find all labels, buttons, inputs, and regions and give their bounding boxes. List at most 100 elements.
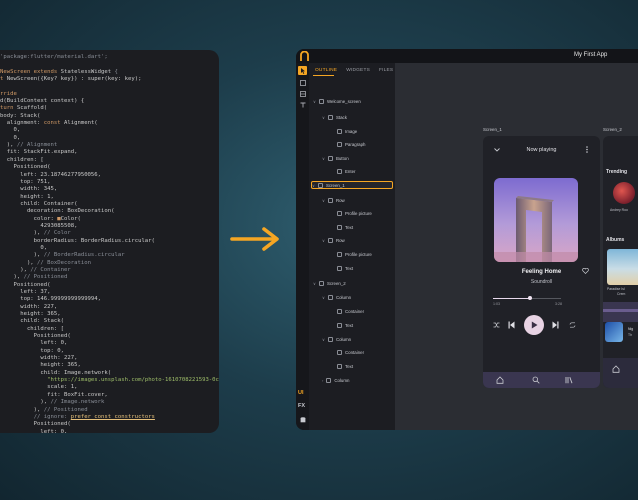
tree-node[interactable]: ∨ Screen_2	[313, 279, 346, 287]
tree-node[interactable]: Container	[331, 307, 364, 315]
library-icon[interactable]	[565, 376, 573, 384]
tree-node[interactable]: ∨ Row	[322, 196, 345, 204]
chevron-icon[interactable]: ∨	[313, 281, 316, 286]
tree-node-label: Enter	[345, 168, 356, 174]
fx-mode-button[interactable]: FX	[298, 403, 305, 409]
widget-icon	[337, 308, 342, 314]
code-token: children: [	[0, 325, 64, 332]
tree-node[interactable]: ∨ Welcome_screen	[313, 97, 361, 105]
tree-node[interactable]: ∨ Column	[322, 335, 351, 343]
home-icon[interactable]	[612, 365, 620, 373]
ui-mode-button[interactable]: UI	[298, 390, 304, 396]
tree-node[interactable]: Paragraph	[331, 140, 366, 148]
code-line: height: 365,	[0, 311, 219, 318]
chevron-icon[interactable]: ∨	[313, 99, 316, 104]
tree-node[interactable]: ∨ Screen_1	[311, 181, 393, 189]
tab-widgets[interactable]: WIDGETS	[346, 68, 370, 73]
album-cover[interactable]	[607, 249, 638, 285]
tab-files[interactable]: FILES	[379, 68, 393, 73]
progress-fill	[493, 298, 531, 300]
frame-tool-button[interactable]	[298, 78, 307, 87]
database-button[interactable]	[298, 415, 307, 424]
code-line: 0,	[0, 245, 219, 252]
code-token: Positioned(	[0, 281, 51, 288]
builder-app-window: My First App UI FX OUTLINE WIDGETS FILES…	[296, 49, 638, 430]
code-token: // Positioned	[43, 406, 88, 413]
chevron-icon[interactable]: ∨	[322, 198, 325, 203]
code-token: // BoxDecoration	[37, 259, 91, 266]
code-token: ),	[0, 399, 51, 406]
code-token: height: 1,	[0, 193, 54, 200]
code-line: left: 0,	[0, 429, 219, 433]
chevron-icon[interactable]: ∨	[322, 295, 325, 300]
select-tool-button[interactable]	[298, 66, 307, 75]
tree-node[interactable]: Profile picture	[331, 209, 372, 217]
code-token: Color(	[60, 215, 81, 222]
tree-node[interactable]: Profile picture	[331, 250, 372, 258]
chevron-icon[interactable]: ∨	[322, 337, 325, 342]
code-token: color:	[0, 215, 58, 222]
code-line: NewScreen extends StatelessWidget {	[0, 69, 219, 76]
next-icon[interactable]	[552, 321, 559, 329]
screen2-frame[interactable]: Trending Andrey Roo Albums Paradise Isl …	[603, 136, 638, 388]
code-line: color: ■Color(	[0, 216, 219, 223]
more-vertical-icon[interactable]	[586, 146, 588, 153]
home-icon[interactable]	[496, 376, 504, 384]
frame-icon	[299, 79, 306, 86]
repeat-icon[interactable]	[569, 322, 576, 328]
design-canvas[interactable]: Screen_1 Screen_2 Now playing Feeling Ho…	[395, 63, 638, 430]
previous-icon[interactable]	[508, 321, 515, 329]
tab-outline[interactable]: OUTLINE	[315, 68, 337, 73]
trending-artist-name: Andrey Roo	[610, 208, 628, 212]
code-line: 0,	[0, 127, 219, 134]
chevron-icon[interactable]: ∨	[322, 156, 325, 161]
chevron-icon[interactable]: ∨	[312, 183, 315, 188]
code-token: height: 365,	[0, 362, 81, 369]
chevron-icon[interactable]: ∨	[322, 238, 325, 243]
artist-avatar[interactable]	[613, 182, 635, 204]
tree-node[interactable]: › Column	[322, 376, 349, 384]
search-icon[interactable]	[532, 376, 540, 384]
layout-tool-button[interactable]	[298, 89, 307, 98]
code-line: // ignore: prefer_const_constructors	[0, 414, 219, 421]
code-token: top: 146.99999999999994,	[0, 296, 102, 303]
code-token: Scaffold(	[16, 105, 48, 112]
code-line: Positioned(	[0, 282, 219, 289]
tree-node[interactable]: Enter	[331, 167, 356, 175]
code-line: child: Container(	[0, 201, 219, 208]
progress-track[interactable]	[493, 296, 561, 301]
code-editor[interactable]: 'package:flutter/material.dart'; NewScree…	[0, 50, 219, 433]
code-line: ), // Image.network	[0, 399, 219, 406]
code-line: ), // Color	[0, 230, 219, 237]
tree-node[interactable]: Container	[331, 348, 364, 356]
code-token: 4293085508,	[0, 222, 78, 229]
code-token: borderRadius: BorderRadius.circular(	[0, 237, 155, 244]
tree-node-label: Paragraph	[345, 141, 366, 147]
tree-node[interactable]: Text	[331, 264, 353, 272]
screen1-frame[interactable]: Now playing Feeling Home Soundroll 1:03 …	[483, 136, 600, 388]
play-button[interactable]	[524, 315, 544, 335]
code-token: fit: StackFit.expand,	[0, 149, 78, 156]
tree-node[interactable]: ∨ Stack	[322, 113, 347, 121]
heart-icon[interactable]	[582, 268, 589, 274]
tree-node[interactable]: ∨ Button	[322, 154, 349, 162]
progress-knob[interactable]	[528, 296, 533, 301]
tree-node[interactable]: Text	[331, 362, 353, 370]
code-token: rride	[0, 90, 17, 97]
code-line: turn Scaffold(	[0, 105, 219, 112]
shuffle-icon[interactable]	[493, 322, 500, 328]
tree-node-label: Text	[345, 224, 354, 230]
tab-underline	[313, 75, 334, 76]
code-token: left: 0,	[0, 428, 68, 433]
tree-node[interactable]: ∨ Row	[322, 236, 345, 244]
text-tool-button[interactable]	[298, 100, 307, 109]
chevron-icon[interactable]: ›	[322, 378, 323, 383]
tree-node[interactable]: Text	[331, 223, 353, 231]
screen2-navbar	[603, 358, 638, 388]
screen1-label: Screen_1	[483, 127, 502, 132]
mini-player[interactable]	[603, 302, 638, 322]
chevron-icon[interactable]: ∨	[322, 115, 325, 120]
tree-node[interactable]: Text	[331, 321, 353, 329]
tree-node[interactable]: Image	[331, 127, 357, 135]
tree-node[interactable]: ∨ Column	[322, 293, 351, 301]
